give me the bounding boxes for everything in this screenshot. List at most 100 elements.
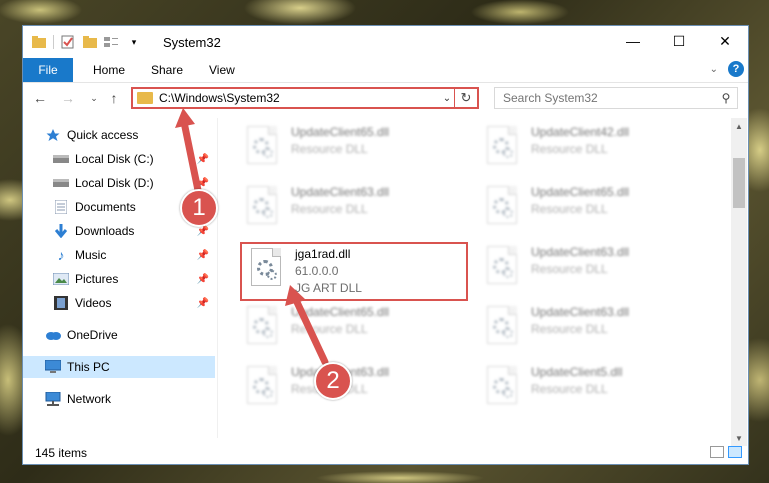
sidebar-item-music[interactable]: ♪ Music 📌 bbox=[23, 244, 215, 266]
pin-icon[interactable]: 📌 bbox=[197, 274, 209, 285]
tab-share[interactable]: Share bbox=[151, 63, 183, 77]
close-button[interactable]: ✕ bbox=[702, 26, 748, 56]
chevron-down-icon[interactable]: ⌄ bbox=[440, 93, 454, 104]
file-item[interactable]: UpdateClient63.dll Resource DLL bbox=[243, 184, 469, 236]
sidebar-item-local-disk-c[interactable]: Local Disk (C:) 📌 bbox=[23, 148, 215, 170]
sidebar-item-label: Network bbox=[67, 392, 112, 406]
navigation-pane: Quick access Local Disk (C:) 📌 Local Dis… bbox=[23, 118, 215, 438]
window-title: System32 bbox=[163, 35, 221, 50]
sidebar-item-pictures[interactable]: Pictures 📌 bbox=[23, 268, 215, 290]
pin-icon[interactable]: 📌 bbox=[197, 178, 209, 189]
file-type: Resource DLL bbox=[291, 142, 368, 156]
dll-file-icon bbox=[243, 124, 283, 170]
file-type: Resource DLL bbox=[531, 322, 608, 336]
pin-icon[interactable]: 📌 bbox=[197, 226, 209, 237]
scroll-up-icon[interactable]: ▲ bbox=[731, 118, 747, 134]
download-icon bbox=[53, 224, 69, 238]
customize-toolbar-icon[interactable]: ▾ bbox=[126, 34, 142, 50]
up-arrow-icon[interactable]: ↑ bbox=[105, 89, 123, 107]
window-controls: — ☐ ✕ bbox=[610, 26, 748, 56]
file-item[interactable]: UpdateClient63.dll Resource DLL bbox=[483, 304, 709, 356]
title-bar: ▾ System32 — ☐ ✕ bbox=[23, 26, 748, 58]
file-type: Resource DLL bbox=[291, 322, 368, 336]
sidebar-item-this-pc[interactable]: This PC bbox=[23, 356, 215, 378]
file-item[interactable]: UpdateClient65.dll Resource DLL bbox=[483, 184, 709, 236]
file-name: UpdateClient5.dll bbox=[531, 365, 623, 379]
minimize-button[interactable]: — bbox=[610, 26, 656, 56]
address-bar[interactable]: C:\Windows\System32 ⌄ ↻ bbox=[131, 87, 479, 109]
sidebar-item-network[interactable]: Network bbox=[23, 388, 215, 410]
sidebar-item-label: Documents bbox=[75, 200, 136, 214]
sidebar-item-label: Local Disk (D:) bbox=[75, 176, 154, 190]
ribbon-right-controls: ⌄ ? bbox=[710, 61, 744, 77]
file-item[interactable]: UpdateClient63.dllResource DLL bbox=[483, 244, 709, 296]
ribbon-tabs: File Home Share View ⌄ ? bbox=[23, 58, 748, 83]
file-name: UpdateClient63.dll bbox=[531, 305, 630, 319]
drive-icon bbox=[53, 152, 69, 166]
tab-view[interactable]: View bbox=[209, 63, 235, 77]
file-type: Resource DLL bbox=[531, 202, 608, 216]
help-icon[interactable]: ? bbox=[728, 61, 744, 77]
documents-icon bbox=[53, 200, 69, 214]
file-name: UpdateClient63.dll bbox=[291, 185, 390, 199]
search-icon[interactable]: ⚲ bbox=[715, 91, 737, 105]
file-item[interactable]: UpdateClient65.dll Resource DLL bbox=[243, 304, 469, 356]
pictures-icon bbox=[53, 272, 69, 286]
file-item[interactable]: UpdateClient42.dll Resource DLL bbox=[483, 124, 709, 176]
file-item[interactable]: UpdateClient5.dll Resource DLL bbox=[483, 364, 709, 416]
sidebar-item-label: Videos bbox=[75, 296, 112, 310]
navigation-bar: ← → ⌄ ↑ C:\Windows\System32 ⌄ ↻ ⚲ bbox=[23, 83, 748, 115]
file-type: Resource DLL bbox=[531, 142, 608, 156]
sidebar-item-label: OneDrive bbox=[67, 328, 118, 342]
item-count: 145 items bbox=[35, 446, 88, 460]
forward-arrow-icon[interactable]: → bbox=[59, 89, 77, 107]
sidebar-item-quick-access[interactable]: Quick access bbox=[23, 124, 215, 146]
vertical-scrollbar[interactable]: ▲ ▼ bbox=[731, 118, 747, 446]
tab-file[interactable]: File bbox=[23, 58, 73, 82]
file-type: Resource DLL bbox=[291, 202, 368, 216]
details-view-icon[interactable] bbox=[710, 446, 724, 458]
folder-icon bbox=[31, 34, 47, 50]
sidebar-item-label: Quick access bbox=[67, 128, 139, 142]
sidebar-item-videos[interactable]: Videos 📌 bbox=[23, 292, 215, 314]
file-type: Resource DLL bbox=[531, 262, 608, 276]
pin-icon[interactable]: 📌 bbox=[197, 250, 209, 261]
computer-icon bbox=[45, 360, 61, 374]
address-path[interactable]: C:\Windows\System32 bbox=[159, 91, 440, 105]
dll-file-icon bbox=[243, 184, 283, 230]
toolbar-separator bbox=[53, 35, 54, 49]
view-options-icon[interactable] bbox=[104, 34, 120, 50]
file-item[interactable]: UpdateClient63.dllResource DLL bbox=[243, 364, 469, 416]
back-arrow-icon[interactable]: ← bbox=[31, 89, 49, 107]
folder-icon bbox=[137, 92, 153, 104]
recent-locations-chevron-icon[interactable]: ⌄ bbox=[85, 89, 103, 107]
star-icon bbox=[45, 128, 61, 142]
sidebar-item-local-disk-d[interactable]: Local Disk (D:) 📌 bbox=[23, 172, 215, 194]
file-name: UpdateClient42.dll bbox=[531, 125, 630, 139]
maximize-button[interactable]: ☐ bbox=[656, 26, 702, 56]
file-name: UpdateClient65.dll bbox=[531, 185, 630, 199]
dll-file-icon bbox=[483, 304, 523, 350]
large-icons-view-icon[interactable] bbox=[728, 446, 742, 458]
file-item[interactable]: UpdateClient65.dll Resource DLL bbox=[243, 124, 469, 176]
pane-divider bbox=[217, 118, 218, 438]
quick-access-toolbar: ▾ bbox=[31, 34, 142, 50]
pin-icon[interactable]: 📌 bbox=[197, 154, 209, 165]
scrollbar-thumb[interactable] bbox=[733, 158, 745, 208]
search-box: ⚲ bbox=[494, 87, 738, 109]
new-folder-icon[interactable] bbox=[82, 34, 98, 50]
tab-home[interactable]: Home bbox=[93, 63, 125, 77]
file-name: UpdateClient65.dll bbox=[291, 305, 390, 319]
callout-2: 2 bbox=[314, 362, 352, 400]
pin-icon[interactable]: 📌 bbox=[197, 298, 209, 309]
sidebar-item-label: This PC bbox=[67, 360, 110, 374]
properties-icon[interactable] bbox=[60, 34, 76, 50]
sidebar-item-downloads[interactable]: Downloads 📌 bbox=[23, 220, 215, 242]
sidebar-item-onedrive[interactable]: OneDrive bbox=[23, 324, 215, 346]
refresh-icon[interactable]: ↻ bbox=[454, 89, 477, 107]
expand-ribbon-icon[interactable]: ⌄ bbox=[710, 64, 718, 75]
sidebar-item-label: Music bbox=[75, 248, 107, 262]
search-input[interactable] bbox=[495, 90, 715, 106]
network-icon bbox=[45, 392, 61, 406]
dll-file-icon bbox=[243, 364, 283, 410]
